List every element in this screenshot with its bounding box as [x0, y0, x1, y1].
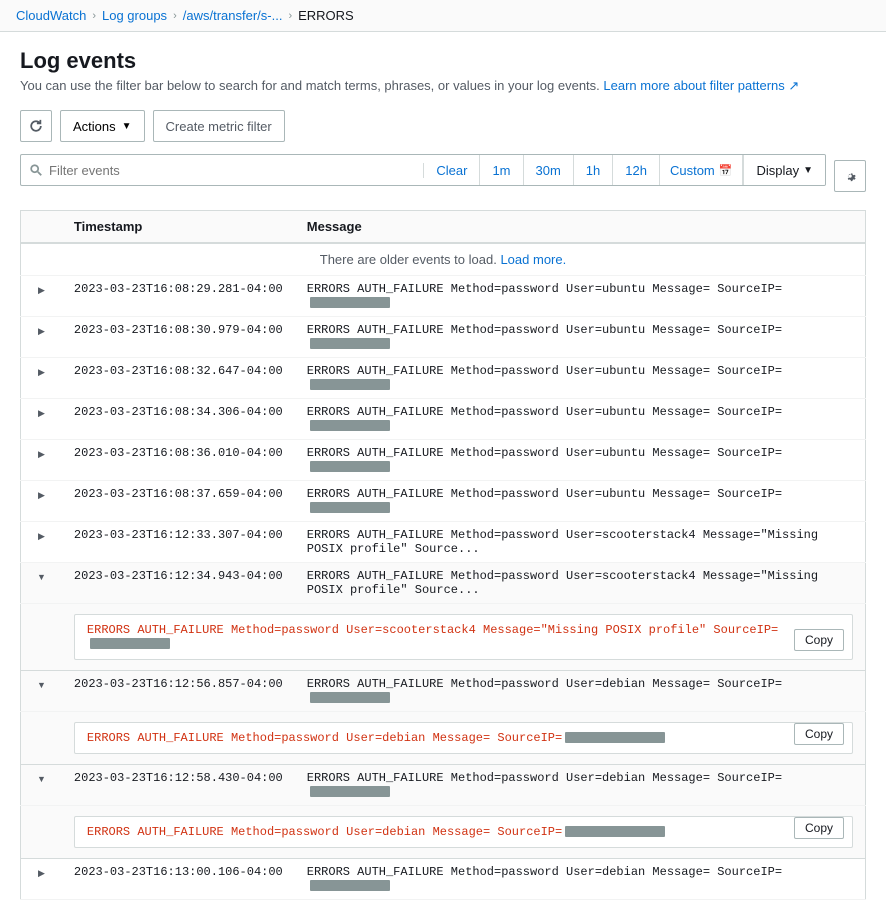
breadcrumb-current: ERRORS [298, 8, 354, 23]
expanded-error-text: ERRORS AUTH_FAILURE Method=password User… [87, 825, 562, 839]
timestamp-cell: 2023-03-23T16:08:30.979-04:00 [62, 317, 295, 358]
col-message: Message [295, 211, 866, 244]
filter-bar: Clear 1m 30m 1h 12h Custom 📅 Display ▼ [20, 154, 826, 186]
timestamp-cell: 2023-03-23T16:12:56.857-04:00 [62, 671, 295, 712]
refresh-icon [29, 119, 43, 133]
table-row: 2023-03-23T16:08:36.010-04:00 ERRORS AUT… [21, 440, 866, 481]
display-button[interactable]: Display ▼ [743, 154, 825, 186]
table-row: 2023-03-23T16:08:32.647-04:00 ERRORS AUT… [21, 358, 866, 399]
actions-label: Actions [73, 119, 116, 134]
timestamp-cell: 2023-03-23T16:08:34.306-04:00 [62, 399, 295, 440]
message-cell: ERRORS AUTH_FAILURE Method=password User… [295, 522, 866, 563]
actions-button[interactable]: Actions ▼ [60, 110, 145, 142]
breadcrumb-cloudwatch[interactable]: CloudWatch [16, 8, 86, 23]
timestamp-cell: 2023-03-23T16:08:32.647-04:00 [62, 358, 295, 399]
actions-chevron-icon: ▼ [122, 121, 132, 132]
table-row: 2023-03-23T16:12:58.430-04:00 ERRORS AUT… [21, 765, 866, 806]
timestamp-cell: 2023-03-23T16:13:00.106-04:00 [62, 859, 295, 900]
time-30m-button[interactable]: 30m [524, 154, 574, 186]
expand-row-button[interactable] [33, 772, 50, 787]
expand-row-button[interactable] [34, 866, 49, 881]
log-table: Timestamp Message There are older events… [20, 210, 866, 900]
expanded-content: ERRORS AUTH_FAILURE Method=password User… [74, 816, 853, 848]
message-cell: ERRORS AUTH_FAILURE Method=password User… [295, 859, 866, 900]
expand-row-button[interactable] [34, 529, 49, 544]
message-cell: ERRORS AUTH_FAILURE Method=password User… [295, 765, 866, 806]
breadcrumb-bar: CloudWatch › Log groups › /aws/transfer/… [0, 0, 886, 32]
load-more-link[interactable]: Load more. [500, 252, 566, 267]
table-row: 2023-03-23T16:12:33.307-04:00 ERRORS AUT… [21, 522, 866, 563]
description-text: You can use the filter bar below to sear… [20, 78, 600, 93]
expanded-content: ERRORS AUTH_FAILURE Method=password User… [74, 614, 853, 660]
page-title: Log events [20, 48, 866, 74]
toolbar: Actions ▼ Create metric filter [20, 110, 866, 142]
time-12h-button[interactable]: 12h [613, 154, 660, 186]
display-chevron-icon: ▼ [803, 165, 813, 176]
custom-calendar-icon: 📅 [719, 164, 733, 177]
table-row: 2023-03-23T16:08:34.306-04:00 ERRORS AUT… [21, 399, 866, 440]
timestamp-cell: 2023-03-23T16:08:29.281-04:00 [62, 276, 295, 317]
col-timestamp: Timestamp [62, 211, 295, 244]
create-metric-filter-label: Create metric filter [166, 119, 272, 134]
create-metric-filter-button[interactable]: Create metric filter [153, 110, 285, 142]
timestamp-cell: 2023-03-23T16:12:58.430-04:00 [62, 765, 295, 806]
expanded-content: ERRORS AUTH_FAILURE Method=password User… [74, 722, 853, 754]
filter-search-area [21, 163, 424, 178]
time-1m-button[interactable]: 1m [480, 154, 523, 186]
message-cell: ERRORS AUTH_FAILURE Method=password User… [295, 671, 866, 712]
expanded-detail-row: ERRORS AUTH_FAILURE Method=password User… [21, 806, 866, 859]
breadcrumb-log-groups[interactable]: Log groups [102, 8, 167, 23]
gear-icon [843, 169, 857, 183]
message-cell: ERRORS AUTH_FAILURE Method=password User… [295, 440, 866, 481]
search-icon [29, 163, 43, 177]
load-more-row: There are older events to load. Load mor… [21, 243, 866, 276]
table-row: 2023-03-23T16:08:29.281-04:00 ERRORS AUT… [21, 276, 866, 317]
col-expand [21, 211, 62, 244]
copy-button[interactable]: Copy [794, 817, 844, 839]
expand-row-button[interactable] [33, 678, 50, 693]
expand-row-button[interactable] [34, 406, 49, 421]
expanded-error-text: ERRORS AUTH_FAILURE Method=password User… [87, 623, 778, 637]
breadcrumb-log-stream[interactable]: /aws/transfer/s-... [183, 8, 283, 23]
settings-button[interactable] [834, 160, 866, 192]
expand-row-button[interactable] [34, 283, 49, 298]
breadcrumb-sep-3: › [288, 10, 292, 22]
message-cell: ERRORS AUTH_FAILURE Method=password User… [295, 399, 866, 440]
expanded-error-text: ERRORS AUTH_FAILURE Method=password User… [87, 731, 562, 745]
time-1h-button[interactable]: 1h [574, 154, 613, 186]
copy-button[interactable]: Copy [794, 723, 844, 745]
expand-row-button[interactable] [33, 570, 50, 585]
timestamp-cell: 2023-03-23T16:08:36.010-04:00 [62, 440, 295, 481]
refresh-button[interactable] [20, 110, 52, 142]
expand-row-button[interactable] [34, 488, 49, 503]
expand-row-button[interactable] [34, 365, 49, 380]
breadcrumb-sep-2: › [173, 10, 177, 22]
message-cell: ERRORS AUTH_FAILURE Method=password User… [295, 481, 866, 522]
expanded-detail-row: ERRORS AUTH_FAILURE Method=password User… [21, 712, 866, 765]
filter-events-input[interactable] [49, 163, 415, 178]
timestamp-cell: 2023-03-23T16:12:34.943-04:00 [62, 563, 295, 604]
expanded-detail-row: ERRORS AUTH_FAILURE Method=password User… [21, 604, 866, 671]
copy-button[interactable]: Copy [794, 629, 844, 651]
table-row: 2023-03-23T16:08:37.659-04:00 ERRORS AUT… [21, 481, 866, 522]
expand-row-button[interactable] [34, 447, 49, 462]
custom-time-button[interactable]: Custom 📅 [660, 154, 744, 186]
load-more-text: There are older events to load. [320, 252, 497, 267]
expand-row-button[interactable] [34, 324, 49, 339]
timestamp-cell: 2023-03-23T16:12:33.307-04:00 [62, 522, 295, 563]
message-cell: ERRORS AUTH_FAILURE Method=password User… [295, 276, 866, 317]
learn-more-link[interactable]: Learn more about filter patterns ↗ [603, 78, 799, 93]
table-row: 2023-03-23T16:12:34.943-04:00 ERRORS AUT… [21, 563, 866, 604]
message-cell: ERRORS AUTH_FAILURE Method=password User… [295, 563, 866, 604]
table-row: 2023-03-23T16:13:00.106-04:00 ERRORS AUT… [21, 859, 866, 900]
table-row: 2023-03-23T16:08:30.979-04:00 ERRORS AUT… [21, 317, 866, 358]
clear-button[interactable]: Clear [424, 154, 480, 186]
message-cell: ERRORS AUTH_FAILURE Method=password User… [295, 317, 866, 358]
message-cell: ERRORS AUTH_FAILURE Method=password User… [295, 358, 866, 399]
timestamp-cell: 2023-03-23T16:08:37.659-04:00 [62, 481, 295, 522]
breadcrumb-sep-1: › [92, 10, 96, 22]
table-row: 2023-03-23T16:12:56.857-04:00 ERRORS AUT… [21, 671, 866, 712]
page-description: You can use the filter bar below to sear… [20, 78, 866, 94]
